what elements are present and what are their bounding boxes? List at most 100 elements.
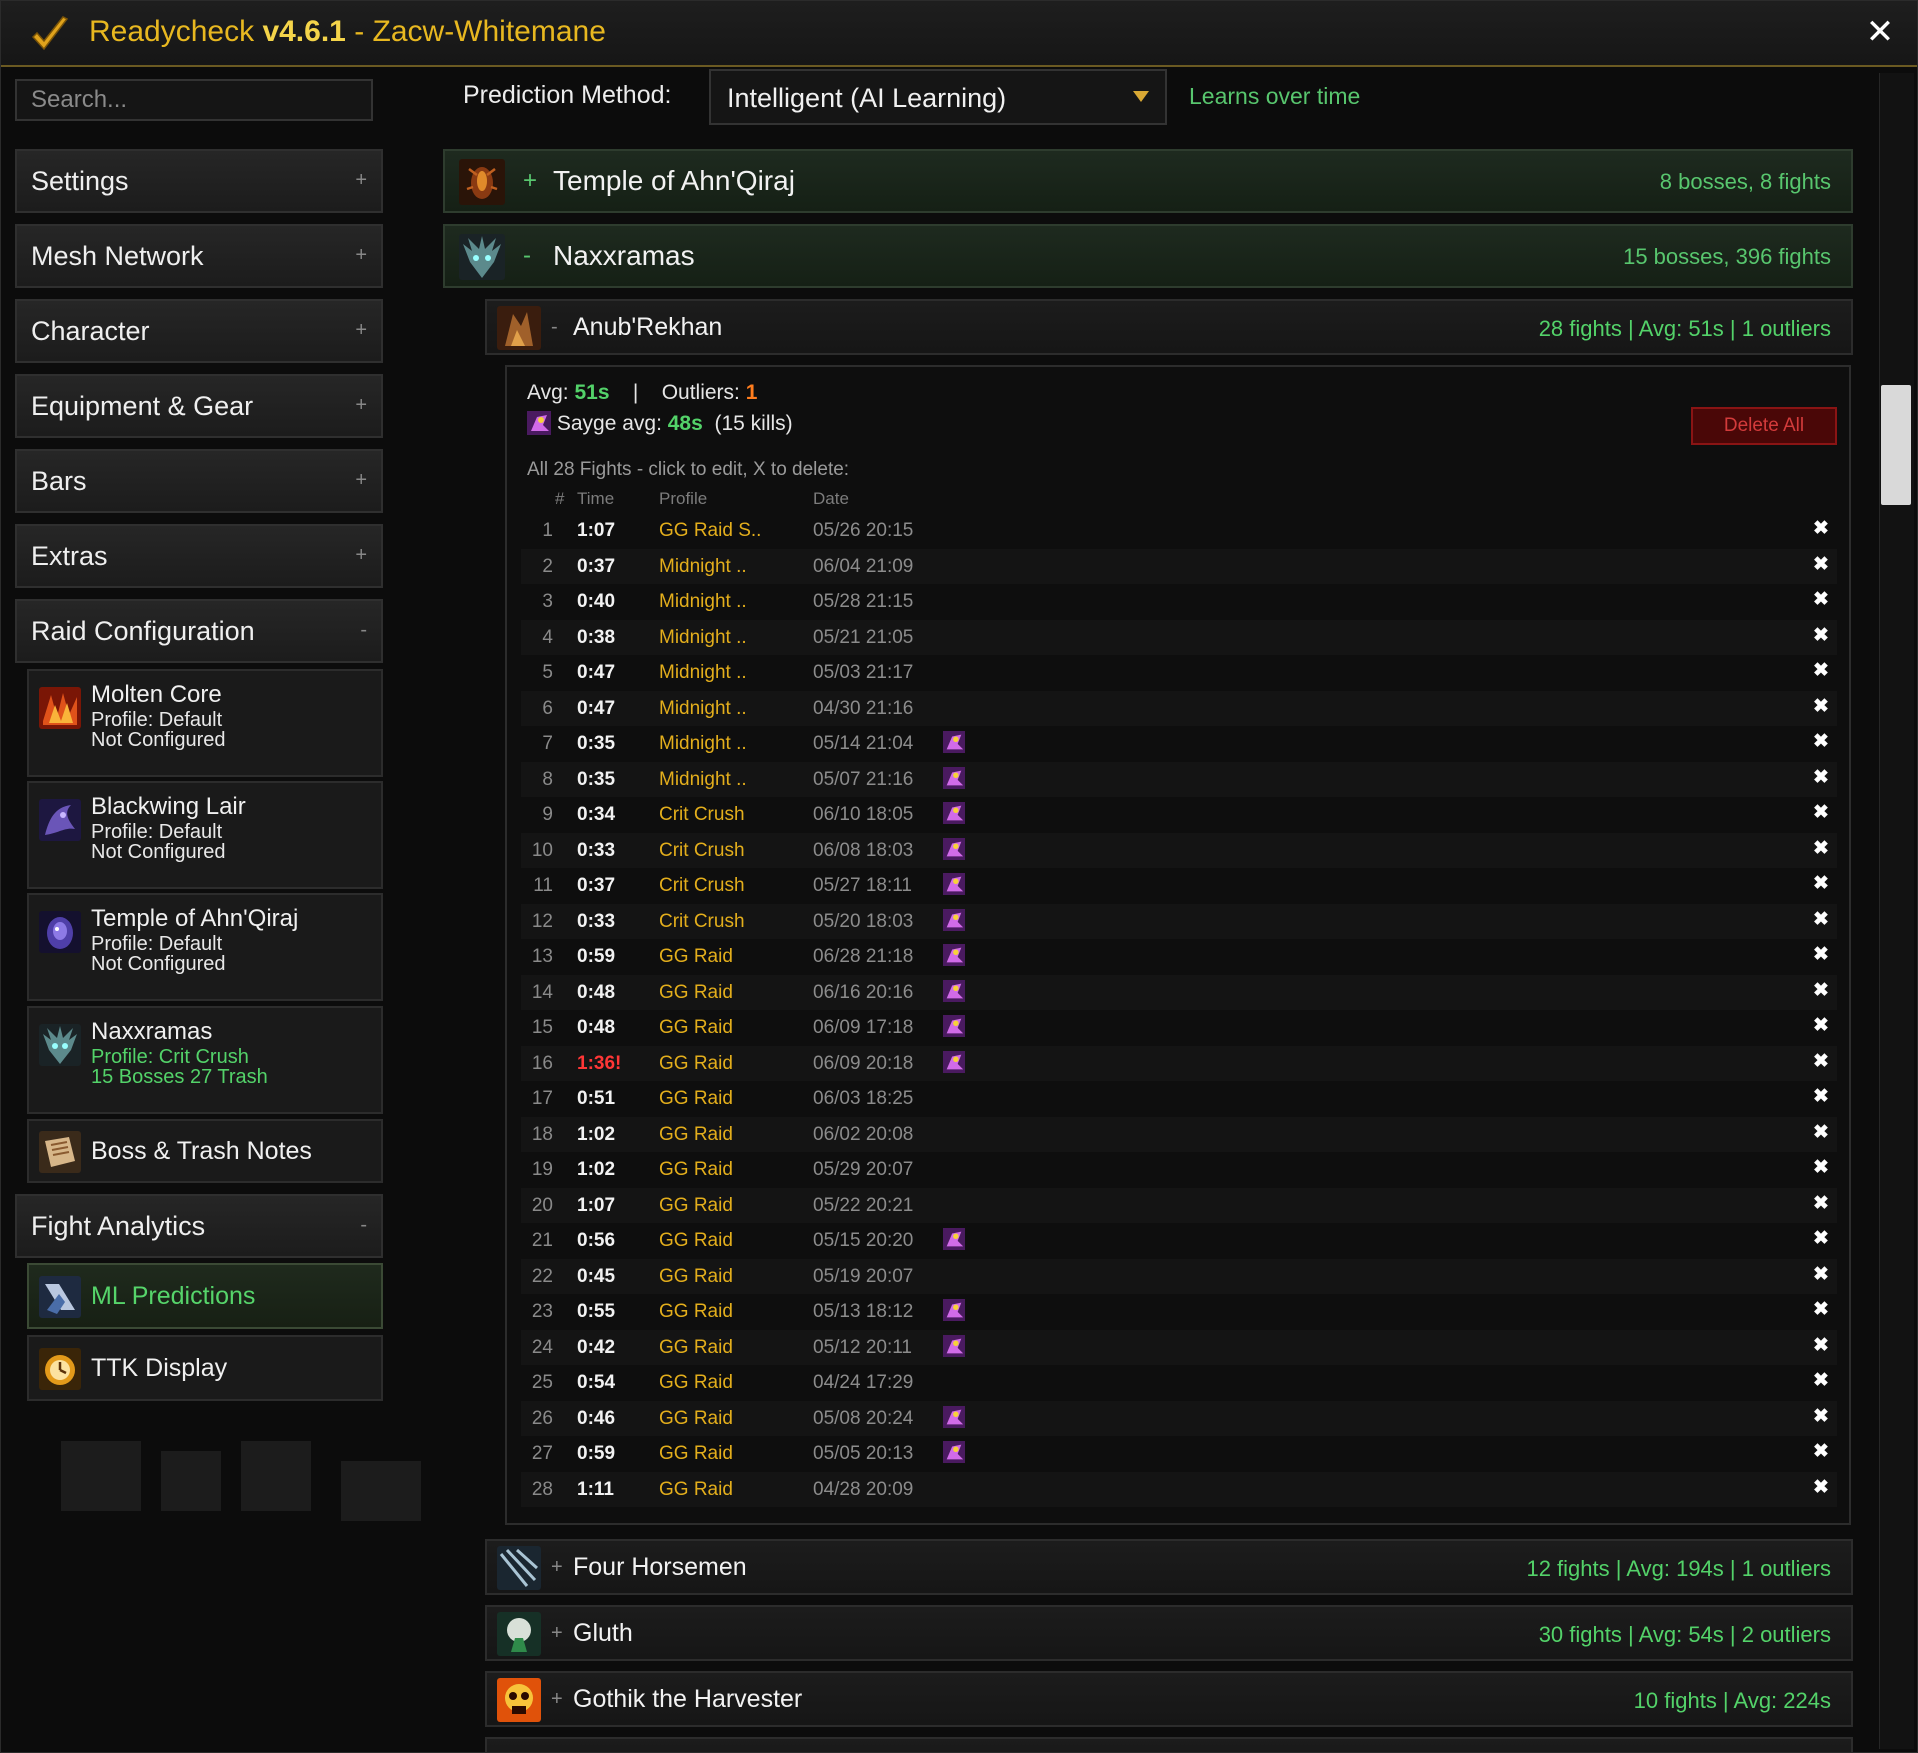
raid-row-temple-of-ahnqiraj[interactable]: + Temple of Ahn'Qiraj 8 bosses, 8 fights: [443, 149, 1853, 213]
boss-trash-notes-item[interactable]: Boss & Trash Notes: [27, 1119, 383, 1183]
fight-row[interactable]: 14 0:48 GG Raid 06/16 20:16 ✖: [521, 974, 1837, 1010]
fight-row[interactable]: 20 1:07 GG Raid 05/22 20:21 ✖: [521, 1187, 1837, 1223]
sidebar-item-raid-configuration[interactable]: Raid Configuration -: [15, 599, 383, 663]
boss-row-four-horsemen[interactable]: + Four Horsemen 12 fights | Avg: 194s | …: [485, 1539, 1853, 1595]
prediction-method-dropdown[interactable]: Intelligent (AI Learning): [709, 69, 1167, 125]
fight-row[interactable]: 18 1:02 GG Raid 06/02 20:08 ✖: [521, 1116, 1837, 1152]
fight-row[interactable]: 28 1:11 GG Raid 04/28 20:09 ✖: [521, 1471, 1837, 1507]
fight-time: 0:54: [577, 1372, 616, 1393]
fight-row[interactable]: 8 0:35 Midnight .. 05/07 21:16 ✖: [521, 761, 1837, 797]
delete-fight-button[interactable]: ✖: [1813, 837, 1829, 860]
fight-row[interactable]: 2 0:37 Midnight .. 06/04 21:09 ✖: [521, 548, 1837, 584]
sayge-buff-icon: [943, 731, 965, 753]
prediction-method-hint: Learns over time: [1189, 83, 1361, 109]
delete-fight-button[interactable]: ✖: [1813, 730, 1829, 753]
sayge-buff-icon: [527, 411, 551, 435]
expand-icon: +: [355, 544, 367, 566]
fight-row[interactable]: 15 0:48 GG Raid 06/09 17:18 ✖: [521, 1010, 1837, 1045]
raid-config-naxxramas[interactable]: Naxxramas Profile: Crit Crush 15 Bosses …: [27, 1006, 383, 1114]
fight-row[interactable]: 7 0:35 Midnight .. 05/14 21:04 ✖: [521, 726, 1837, 761]
ahnqiraj-icon: [39, 911, 81, 953]
raid-status: Not Configured: [91, 953, 226, 975]
delete-fight-button[interactable]: ✖: [1813, 1085, 1829, 1108]
delete-fight-button[interactable]: ✖: [1813, 1476, 1829, 1499]
delete-fight-button[interactable]: ✖: [1813, 1156, 1829, 1179]
fight-row[interactable]: 19 1:02 GG Raid 05/29 20:07 ✖: [521, 1152, 1837, 1187]
raid-row-naxxramas[interactable]: - Naxxramas 15 bosses, 396 fights: [443, 224, 1853, 288]
ttk-display-item[interactable]: TTK Display: [27, 1335, 383, 1401]
fight-time: 0:40: [577, 591, 616, 612]
fight-row[interactable]: 22 0:45 GG Raid 05/19 20:07 ✖: [521, 1258, 1837, 1294]
delete-fight-button[interactable]: ✖: [1813, 1227, 1829, 1250]
boss-row-gluth[interactable]: + Gluth 30 fights | Avg: 54s | 2 outlier…: [485, 1605, 1853, 1661]
delete-fight-button[interactable]: ✖: [1813, 588, 1829, 611]
fight-row[interactable]: 10 0:33 Crit Crush 06/08 18:03 ✖: [521, 832, 1837, 868]
fight-row[interactable]: 17 0:51 GG Raid 06/03 18:25 ✖: [521, 1081, 1837, 1116]
sidebar-item-fight-analytics[interactable]: Fight Analytics -: [15, 1194, 383, 1258]
fight-row[interactable]: 1 1:07 GG Raid S.. 05/26 20:15 ✖: [521, 513, 1837, 548]
fight-date: 06/04 21:09: [813, 555, 914, 577]
fight-row[interactable]: 23 0:55 GG Raid 05/13 18:12 ✖: [521, 1294, 1837, 1329]
delete-fight-button[interactable]: ✖: [1813, 695, 1829, 718]
boss-row-anubrekhan[interactable]: - Anub'Rekhan 28 fights | Avg: 51s | 1 o…: [485, 299, 1853, 355]
fight-row[interactable]: 9 0:34 Crit Crush 06/10 18:05 ✖: [521, 797, 1837, 832]
sidebar-item-bars[interactable]: Bars +: [15, 449, 383, 513]
delete-fight-button[interactable]: ✖: [1813, 624, 1829, 647]
sidebar-item-mesh-network[interactable]: Mesh Network +: [15, 224, 383, 288]
fight-profile: Crit Crush: [659, 875, 745, 896]
delete-fight-button[interactable]: ✖: [1813, 766, 1829, 789]
fight-row[interactable]: 27 0:59 GG Raid 05/05 20:13 ✖: [521, 1436, 1837, 1471]
fight-row[interactable]: 3 0:40 Midnight .. 05/28 21:15 ✖: [521, 584, 1837, 619]
sidebar-item-character[interactable]: Character +: [15, 299, 383, 363]
sidebar-item-settings[interactable]: Settings +: [15, 149, 383, 213]
raid-config-temple-of-ahnqiraj[interactable]: Temple of Ahn'Qiraj Profile: Default Not…: [27, 893, 383, 1001]
fight-row[interactable]: 4 0:38 Midnight .. 05/21 21:05 ✖: [521, 619, 1837, 655]
raid-config-molten-core[interactable]: Molten Core Profile: Default Not Configu…: [27, 669, 383, 777]
close-button[interactable]: ✕: [1863, 15, 1897, 49]
delete-fight-button[interactable]: ✖: [1813, 1192, 1829, 1215]
fight-row[interactable]: 25 0:54 GG Raid 04/24 17:29 ✖: [521, 1365, 1837, 1400]
delete-fight-button[interactable]: ✖: [1813, 659, 1829, 682]
notes-label: Boss & Trash Notes: [91, 1137, 312, 1165]
scrollbar-thumb[interactable]: [1881, 385, 1911, 505]
boss-row-next[interactable]: [485, 1737, 1853, 1752]
delete-fight-button[interactable]: ✖: [1813, 801, 1829, 824]
delete-fight-button[interactable]: ✖: [1813, 1121, 1829, 1144]
raid-config-blackwing-lair[interactable]: Blackwing Lair Profile: Default Not Conf…: [27, 781, 383, 889]
delete-fight-button[interactable]: ✖: [1813, 1263, 1829, 1286]
delete-fight-button[interactable]: ✖: [1813, 553, 1829, 576]
fight-row[interactable]: 24 0:42 GG Raid 05/12 20:11 ✖: [521, 1329, 1837, 1365]
delete-all-button[interactable]: Delete All: [1691, 407, 1837, 445]
sidebar-item-extras[interactable]: Extras +: [15, 524, 383, 588]
fight-row[interactable]: 12 0:33 Crit Crush 05/20 18:03 ✖: [521, 903, 1837, 939]
fight-row[interactable]: 13 0:59 GG Raid 06/28 21:18 ✖: [521, 939, 1837, 974]
sidebar-item-label: Fight Analytics: [31, 1211, 206, 1241]
fight-time: 0:35: [577, 733, 616, 754]
fight-time: 0:33: [577, 910, 616, 932]
fight-row[interactable]: 21 0:56 GG Raid 05/15 20:20 ✖: [521, 1223, 1837, 1258]
scrollbar-track[interactable]: [1879, 73, 1914, 1749]
delete-fight-button[interactable]: ✖: [1813, 979, 1829, 1002]
search-input[interactable]: Search...: [15, 79, 373, 121]
delete-fight-button[interactable]: ✖: [1813, 908, 1829, 931]
delete-fight-button[interactable]: ✖: [1813, 1014, 1829, 1037]
fight-row[interactable]: 6 0:47 Midnight .. 04/30 21:16 ✖: [521, 690, 1837, 726]
fight-number: 22: [531, 1265, 553, 1287]
boss-row-gothik-the-harvester[interactable]: + Gothik the Harvester 10 fights | Avg: …: [485, 1671, 1853, 1727]
expand-icon: +: [523, 167, 538, 194]
delete-fight-button[interactable]: ✖: [1813, 1050, 1829, 1073]
delete-fight-button[interactable]: ✖: [1813, 872, 1829, 895]
fight-row[interactable]: 11 0:37 Crit Crush 05/27 18:11 ✖: [521, 868, 1837, 903]
sidebar-item-equipment-gear[interactable]: Equipment & Gear +: [15, 374, 383, 438]
fight-row[interactable]: 26 0:46 GG Raid 05/08 20:24 ✖: [521, 1400, 1837, 1436]
delete-fight-button[interactable]: ✖: [1813, 943, 1829, 966]
fight-row[interactable]: 16 1:36! GG Raid 06/09 20:18 ✖: [521, 1045, 1837, 1081]
delete-fight-button[interactable]: ✖: [1813, 1334, 1829, 1357]
ml-predictions-item[interactable]: ML Predictions: [27, 1263, 383, 1329]
delete-fight-button[interactable]: ✖: [1813, 517, 1829, 540]
delete-fight-button[interactable]: ✖: [1813, 1440, 1829, 1463]
delete-fight-button[interactable]: ✖: [1813, 1298, 1829, 1321]
fight-row[interactable]: 5 0:47 Midnight .. 05/03 21:17 ✖: [521, 655, 1837, 690]
delete-fight-button[interactable]: ✖: [1813, 1369, 1829, 1392]
delete-fight-button[interactable]: ✖: [1813, 1405, 1829, 1428]
